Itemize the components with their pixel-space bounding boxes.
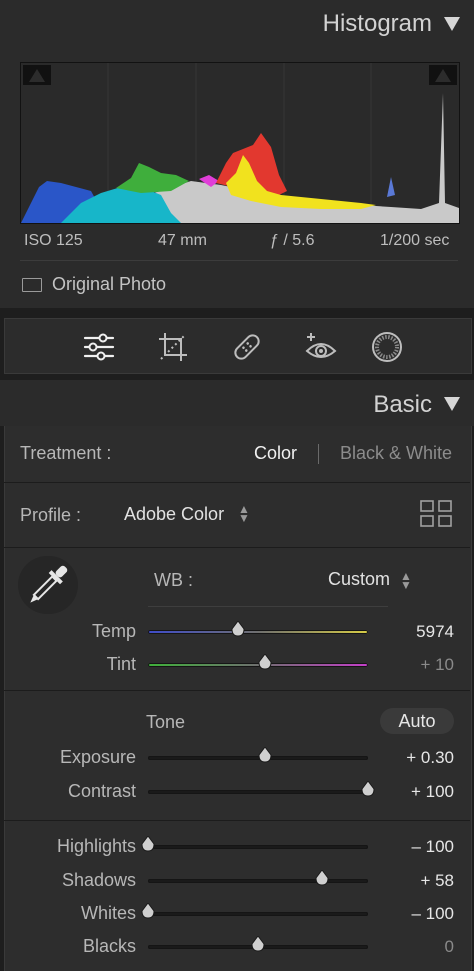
wb-select[interactable]: Custom [328, 569, 390, 590]
divider [20, 260, 458, 261]
edit-sliders-icon[interactable] [81, 329, 117, 365]
slider-value-temp[interactable]: 5974 [374, 622, 454, 642]
treatment-bw-option[interactable]: Black & White [340, 443, 452, 464]
white-balance-eyedropper-icon[interactable] [18, 556, 78, 614]
slider-thumb-blacks[interactable] [251, 936, 265, 952]
slider-label-highlights: Highlights [56, 836, 136, 856]
healing-icon[interactable] [229, 329, 265, 365]
wb-stepper-icon[interactable]: ▲ ▼ [400, 570, 412, 591]
basic-title: Basic [373, 391, 432, 418]
slider-label-temp: Temp [91, 621, 136, 641]
profile-label: Profile : [20, 505, 82, 525]
slider-label-contrast: Contrast [67, 781, 136, 801]
slider-value-contrast[interactable]: + 100 [374, 782, 454, 802]
divider [318, 444, 319, 464]
original-photo-checkbox[interactable] [22, 278, 42, 292]
slider-thumb-exposure[interactable] [258, 747, 272, 763]
slider-label-tint: Tint [106, 654, 136, 674]
mask-icon[interactable] [369, 329, 405, 365]
slider-label-whites: Whites [80, 903, 136, 923]
divider [4, 482, 470, 483]
histogram-chart [21, 63, 459, 223]
histogram-graph [20, 62, 460, 224]
slider-value-shadows[interactable]: + 58 [374, 871, 454, 891]
auto-tone-button[interactable]: Auto [380, 708, 454, 734]
slider-thumb-shadows[interactable] [315, 870, 329, 886]
slider-track-shadows[interactable] [148, 879, 368, 883]
red-eye-icon[interactable] [303, 329, 339, 365]
histogram-panel: ISO 125 47 mm ƒ / 5.6 1/200 sec Original… [0, 46, 474, 308]
profile-browser-icon[interactable] [420, 500, 452, 533]
crop-icon[interactable] [155, 329, 191, 365]
slider-value-exposure[interactable]: + 0.30 [374, 748, 454, 768]
slider-value-highlights[interactable]: – 100 [374, 837, 454, 857]
slider-thumb-whites[interactable] [141, 903, 155, 919]
slider-label-exposure: Exposure [59, 747, 136, 767]
divider [4, 820, 470, 821]
histogram-title: Histogram [322, 10, 432, 37]
wb-label: WB : [154, 570, 193, 590]
tool-strip [4, 318, 472, 374]
exif-shutter: 1/200 sec [380, 232, 450, 249]
slider-value-blacks[interactable]: 0 [374, 937, 454, 957]
collapse-triangle-icon[interactable] [444, 17, 460, 31]
histogram-header[interactable]: Histogram [0, 0, 474, 46]
tone-label: Tone [146, 712, 186, 732]
slider-track-whites[interactable] [148, 912, 368, 916]
slider-thumb-tint[interactable] [258, 654, 272, 670]
treatment-color-option[interactable]: Color [254, 443, 297, 464]
treatment-label: Treatment : [20, 443, 112, 463]
slider-track-temp[interactable] [148, 630, 368, 634]
exif-aperture: ƒ / 5.6 [270, 232, 315, 249]
original-photo-label: Original Photo [52, 274, 167, 294]
divider [4, 547, 470, 548]
slider-value-tint[interactable]: + 10 [374, 655, 454, 675]
exif-focal-length: 47 mm [158, 232, 207, 249]
slider-thumb-contrast[interactable] [361, 781, 375, 797]
profile-select[interactable]: Adobe Color [124, 504, 224, 525]
exif-iso: ISO 125 [24, 232, 83, 249]
slider-track-highlights[interactable] [148, 845, 368, 849]
divider [148, 606, 388, 607]
slider-thumb-temp[interactable] [231, 621, 245, 637]
slider-label-blacks: Blacks [82, 936, 136, 956]
slider-track-contrast[interactable] [148, 790, 368, 794]
basic-header[interactable]: Basic [0, 380, 474, 426]
divider [4, 690, 470, 691]
profile-stepper-icon[interactable]: ▲ ▼ [238, 503, 250, 524]
collapse-triangle-icon[interactable] [444, 397, 460, 411]
slider-thumb-highlights[interactable] [141, 836, 155, 852]
slider-value-whites[interactable]: – 100 [374, 904, 454, 924]
slider-label-shadows: Shadows [61, 870, 136, 890]
